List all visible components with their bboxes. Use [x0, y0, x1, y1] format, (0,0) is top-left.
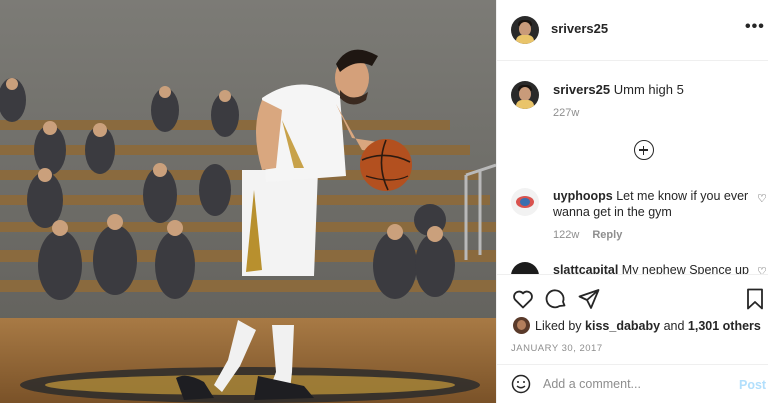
caption-username[interactable]: srivers25 [553, 82, 610, 97]
post-date: JANUARY 30, 2017 [511, 343, 603, 354]
liker-avatar[interactable] [513, 317, 530, 334]
likes-text[interactable]: Liked by kiss_dababy and 1,301 others [535, 319, 761, 333]
comment-like-heart-icon[interactable]: ♡ [757, 192, 767, 205]
comment-body: My nephew Spence up [621, 263, 749, 274]
add-comment-bar: Post [497, 364, 768, 403]
likes-count[interactable]: 1,301 others [688, 319, 761, 333]
comment-like-heart-icon[interactable]: ♡ [757, 265, 767, 274]
comments-section[interactable]: srivers25 Umm high 5 227w uyphoops Let m… [497, 61, 768, 274]
caption-body: Umm high 5 [613, 82, 684, 97]
post-detail-panel: srivers25 ••• srivers25 Umm high 5 227w … [496, 0, 768, 403]
caption-avatar[interactable] [511, 81, 539, 109]
post-header: srivers25 ••• [497, 0, 768, 61]
comment-text: uyphoops Let me know if you ever wanna g… [553, 188, 753, 220]
author-username[interactable]: srivers25 [551, 21, 608, 36]
heart-icon[interactable] [511, 287, 535, 311]
comment-username[interactable]: uyphoops [553, 189, 613, 203]
commenter-avatar[interactable] [511, 188, 539, 216]
post-actions: Liked by kiss_dababy and 1,301 others JA… [497, 274, 768, 364]
likes-and: and [663, 319, 685, 333]
comment-username[interactable]: slattcapital [553, 263, 618, 274]
commenter-avatar[interactable] [511, 262, 539, 274]
more-options-icon[interactable]: ••• [745, 18, 765, 36]
emoji-icon[interactable] [511, 374, 531, 394]
reply-button[interactable]: Reply [592, 229, 622, 241]
caption-timestamp: 227w [553, 107, 580, 119]
comment-timestamp: 122w [553, 229, 580, 241]
comment-icon[interactable] [544, 287, 568, 311]
likes-prefix: Liked by [535, 319, 582, 333]
post-comment-button[interactable]: Post [739, 378, 766, 392]
liker-username[interactable]: kiss_dababy [585, 319, 660, 333]
plus-circle-icon[interactable] [634, 140, 654, 160]
basketball-player-photo [0, 0, 496, 403]
comment-meta: 122w Reply [553, 229, 632, 241]
caption-text: srivers25 Umm high 5 [553, 82, 684, 97]
comment-text: slattcapital My nephew Spence up [553, 263, 753, 274]
comment-input[interactable] [543, 373, 723, 395]
author-avatar[interactable] [511, 16, 539, 44]
post-photo[interactable] [0, 0, 496, 403]
share-icon[interactable] [577, 287, 601, 311]
bookmark-icon[interactable] [743, 287, 767, 311]
